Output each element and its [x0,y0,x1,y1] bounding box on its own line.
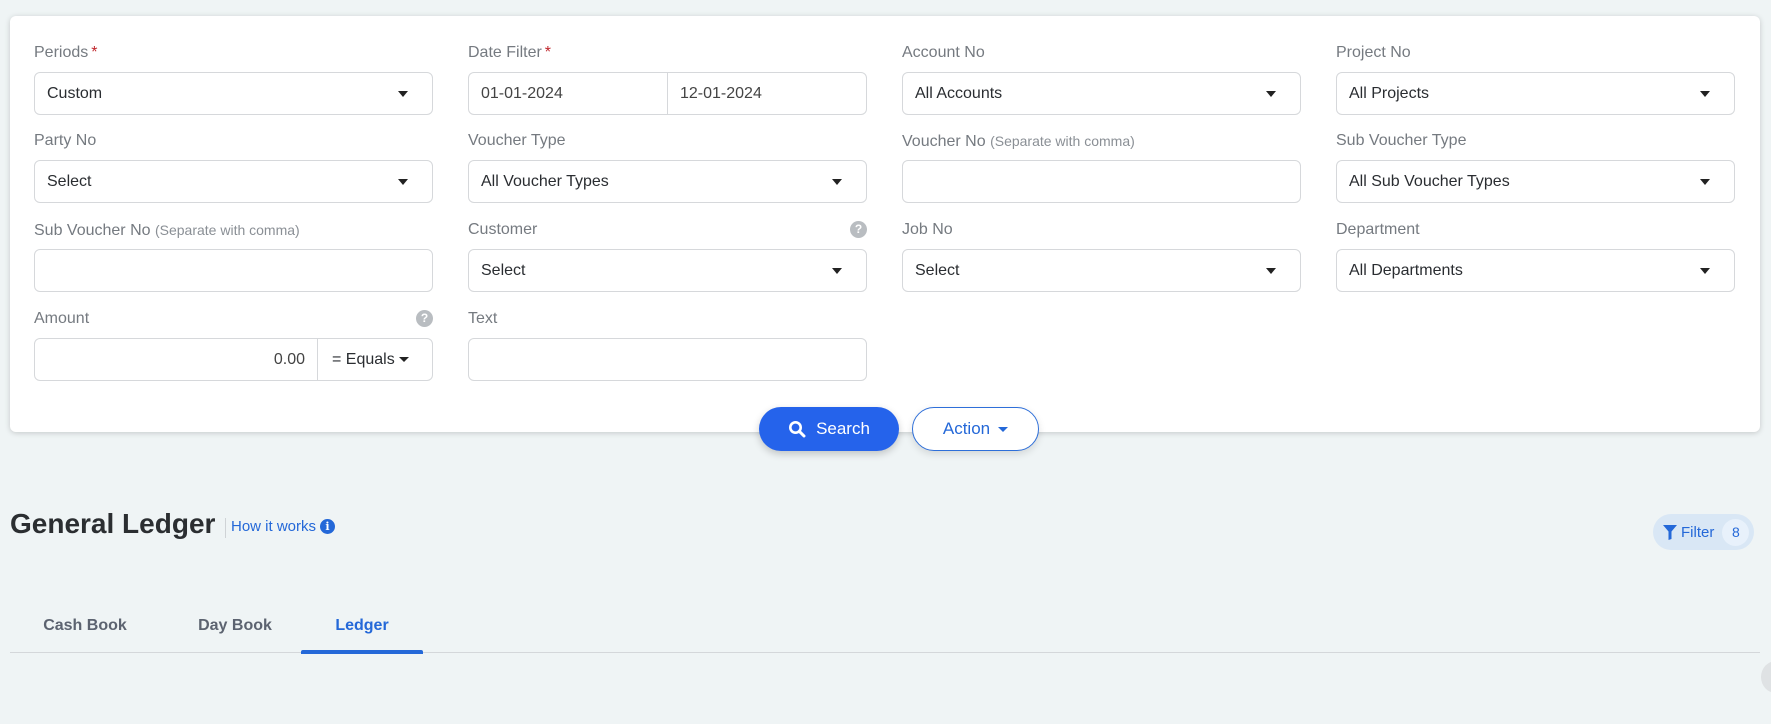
chevron-down-icon [832,267,842,274]
sub-voucher-no-label: Sub Voucher No (Separate with comma) [34,222,300,239]
sub-voucher-no-field: Sub Voucher No (Separate with comma) [34,220,433,292]
search-icon [789,421,806,438]
tab-day-book[interactable]: Day Book [160,598,310,653]
amount-group: 0.00 = Equals [34,338,433,381]
chevron-down-icon [1266,90,1276,97]
voucher-no-hint: (Separate with comma) [990,133,1135,149]
account-no-label: Account No [902,44,985,61]
chevron-down-icon [832,178,842,185]
chevron-down-icon [998,426,1009,432]
chevron-down-icon [1266,267,1276,274]
sub-voucher-type-select[interactable]: All Sub Voucher Types [1336,160,1735,203]
periods-label: Periods * [34,44,98,61]
required-marker: * [544,44,552,61]
project-no-label: Project No [1336,44,1411,61]
title-divider [225,518,226,538]
customer-label: Customer? [468,220,867,240]
department-select[interactable]: All Departments [1336,249,1735,292]
voucher-type-label: Voucher Type [468,132,566,149]
voucher-type-value: All Voucher Types [481,172,609,190]
account-no-field: Account No All Accounts [902,43,1301,115]
voucher-no-field: Voucher No (Separate with comma) [902,131,1301,203]
party-no-value: Select [47,172,92,190]
filter-panel: Periods * Custom Date Filter * 01-01-2024 … [10,16,1760,432]
project-no-select[interactable]: All Projects [1336,72,1735,115]
department-field: Department All Departments [1336,220,1735,292]
how-it-works-label: How it works [231,518,317,535]
date-to-input[interactable]: 12-01-2024 [667,73,866,114]
sub-voucher-no-hint: (Separate with comma) [154,222,300,238]
search-button[interactable]: Search [759,407,899,451]
filter-label: Filter [1681,523,1715,541]
voucher-type-select[interactable]: All Voucher Types [468,160,867,203]
date-filter-label: Date Filter * [468,44,552,61]
account-no-value: All Accounts [915,84,1003,102]
job-no-field: Job No Select [902,220,1301,292]
tab-cash-book[interactable]: Cash Book [10,598,160,653]
amount-label: Amount? [34,309,433,329]
job-no-value: Select [915,261,960,279]
help-icon[interactable]: ? [416,310,433,327]
voucher-type-field: Voucher Type All Voucher Types [468,131,867,203]
job-no-label: Job No [902,221,953,238]
customer-value: Select [481,261,526,279]
party-no-field: Party No Select [34,131,433,203]
project-no-value: All Projects [1349,84,1430,102]
text-field: Text [468,309,867,381]
amount-operator-value: = Equals [332,350,395,368]
sub-voucher-type-value: All Sub Voucher Types [1349,172,1510,190]
amount-input[interactable]: 0.00 [35,339,317,380]
tab-ledger[interactable]: Ledger [301,598,423,654]
chevron-down-icon [1700,90,1710,97]
periods-field: Periods * Custom [34,43,433,115]
filter-toggle-button[interactable]: Filter 8 [1653,514,1754,550]
sub-voucher-type-field: Sub Voucher Type All Sub Voucher Types [1336,131,1735,203]
page-title: General Ledger [10,508,216,539]
how-it-works-link[interactable]: How it works i [231,518,336,535]
voucher-no-label: Voucher No (Separate with comma) [902,133,1135,150]
periods-value: Custom [47,84,103,102]
department-value: All Departments [1349,261,1463,279]
chevron-down-icon [1700,267,1710,274]
funnel-icon [1663,524,1677,540]
chevron-down-icon [1700,178,1710,185]
help-icon[interactable]: ? [850,221,867,238]
chevron-down-icon [398,90,408,97]
chevron-down-icon [398,178,408,185]
customer-select[interactable]: Select [468,249,867,292]
filter-count-badge: 8 [1722,518,1750,546]
action-button-label: Action [942,419,991,438]
sub-voucher-type-label: Sub Voucher Type [1336,132,1467,149]
account-no-select[interactable]: All Accounts [902,72,1301,115]
department-label: Department [1336,221,1420,238]
required-marker: * [91,44,98,61]
project-no-field: Project No All Projects [1336,43,1735,115]
customer-field: Customer? Select [468,220,867,292]
amount-operator-select[interactable]: = Equals [317,339,432,380]
voucher-no-input[interactable] [902,160,1301,203]
scroll-to-top-handle[interactable] [1761,661,1771,693]
party-no-select[interactable]: Select [34,160,433,203]
text-label: Text [468,310,498,327]
info-icon: i [320,519,336,534]
search-button-label: Search [816,419,870,438]
date-filter-field: Date Filter * 01-01-2024 12-01-2024 [468,43,867,115]
ledger-tabs: Cash Book Day Book Ledger [10,598,1760,654]
text-input[interactable] [468,338,867,381]
date-from-input[interactable]: 01-01-2024 [469,73,667,114]
sub-voucher-no-input[interactable] [34,249,433,292]
chevron-down-icon [398,357,409,362]
action-dropdown-button[interactable]: Action [912,407,1039,451]
date-range-input: 01-01-2024 12-01-2024 [468,72,867,115]
job-no-select[interactable]: Select [902,249,1301,292]
party-no-label: Party No [34,132,97,149]
periods-select[interactable]: Custom [34,72,433,115]
amount-field: Amount? 0.00 = Equals [34,309,433,381]
